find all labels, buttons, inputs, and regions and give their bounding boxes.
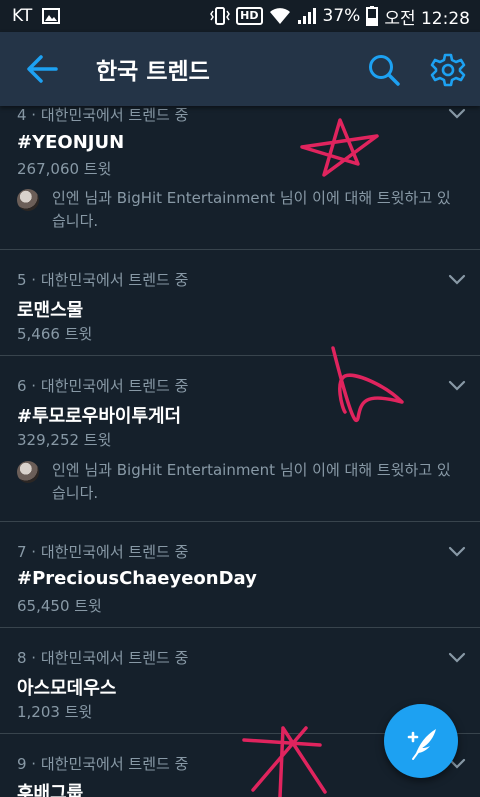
arrow-left-icon (27, 55, 58, 83)
vibrate-icon (210, 7, 231, 25)
trend-tweet-count: 5,466 트윗 (17, 325, 93, 343)
page-title: 한국 트렌드 (96, 59, 210, 85)
search-icon (369, 55, 400, 86)
avatar (17, 189, 39, 211)
trend-name: 로맨스물 (17, 300, 84, 321)
back-button[interactable] (22, 52, 62, 86)
trend-item[interactable]: 4 · 대한민국에서 트렌드 중 #YEONJUN 267,060 트윗 인엔 … (0, 106, 480, 250)
trend-item[interactable]: 7 · 대한민국에서 트렌드 중 #PreciousChaeyeonDay 65… (0, 522, 480, 628)
trend-meta: 5 · 대한민국에서 트렌드 중 (17, 271, 189, 289)
app-bar: 한국 트렌드 (0, 32, 480, 106)
search-button[interactable] (366, 52, 402, 88)
trend-meta: 8 · 대한민국에서 트렌드 중 (17, 649, 189, 667)
avatar (17, 461, 39, 483)
trend-name: 아스모데우스 (17, 678, 117, 699)
trend-tweet-count: 1,203 트윗 (17, 703, 93, 721)
settings-button[interactable] (430, 52, 466, 88)
chevron-down-icon[interactable] (448, 108, 466, 120)
trend-tweet-count: 65,450 트윗 (17, 597, 102, 615)
gallery-notification-icon (42, 8, 61, 24)
wifi-icon (269, 8, 290, 24)
chevron-down-icon[interactable] (448, 380, 466, 392)
trend-name: 후배그룹 (17, 783, 84, 797)
trend-meta: 9 · 대한민국에서 트렌드 중 (17, 755, 189, 773)
trend-meta: 4 · 대한민국에서 트렌드 중 (17, 106, 189, 124)
hd-voice-badge: HD (236, 7, 263, 25)
trend-context-text: 인엔 님과 BigHit Entertainment 님이 이에 대해 트윗하고… (52, 189, 451, 230)
carrier-label: KT (12, 6, 33, 26)
trend-name: #투모로우바이투게더 (17, 406, 182, 427)
status-bar: KT HD 37% 오전 12:28 (0, 0, 480, 32)
cell-signal-icon (297, 8, 316, 24)
compose-tweet-icon (407, 729, 436, 760)
chevron-down-icon[interactable] (448, 274, 466, 286)
trend-tweet-count: 329,252 트윗 (17, 431, 112, 449)
battery-icon (366, 6, 379, 26)
trend-item[interactable]: 6 · 대한민국에서 트렌드 중 #투모로우바이투게더 329,252 트윗 인… (0, 356, 480, 522)
battery-percent: 37% (322, 6, 361, 26)
clock: 오전 12:28 (384, 8, 470, 29)
trend-meta: 7 · 대한민국에서 트렌드 중 (17, 543, 189, 561)
chevron-down-icon[interactable] (448, 652, 466, 664)
compose-tweet-button[interactable] (384, 704, 458, 778)
chevron-down-icon[interactable] (448, 546, 466, 558)
trend-name: #YEONJUN (17, 132, 125, 153)
trends-list: 4 · 대한민국에서 트렌드 중 #YEONJUN 267,060 트윗 인엔 … (0, 106, 480, 797)
trend-meta: 6 · 대한민국에서 트렌드 중 (17, 377, 189, 395)
trend-item[interactable]: 5 · 대한민국에서 트렌드 중 로맨스물 5,466 트윗 (0, 250, 480, 356)
gear-icon (430, 53, 466, 87)
trend-tweet-count: 267,060 트윗 (17, 160, 112, 178)
trend-name: #PreciousChaeyeonDay (17, 568, 257, 589)
trend-context-text: 인엔 님과 BigHit Entertainment 님이 이에 대해 트윗하고… (52, 461, 451, 502)
